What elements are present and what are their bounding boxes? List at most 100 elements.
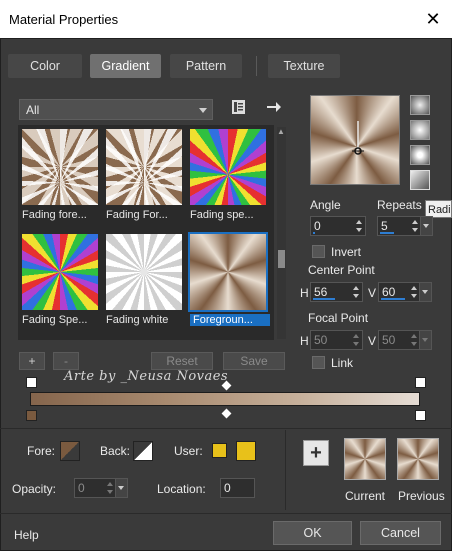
- gradient-thumbnail: [190, 129, 266, 205]
- gallery-item[interactable]: Fading For...: [106, 129, 182, 221]
- gallery-item[interactable]: Fading spe...: [190, 129, 266, 221]
- bottom-divider: [285, 430, 286, 510]
- repeats-label: Repeats: [377, 198, 422, 212]
- gallery-item-label: Fading For...: [106, 209, 168, 221]
- reset-button[interactable]: Reset: [151, 352, 213, 370]
- gallery-item-label: Foregroun...: [190, 314, 270, 326]
- gradient-thumbnail: [188, 232, 268, 312]
- watermark: Arte by _Neusa Novaes: [64, 369, 229, 384]
- center-point-label: Center Point: [308, 263, 375, 277]
- link-checkbox[interactable]: [312, 356, 325, 369]
- transparency-stop-left[interactable]: [26, 377, 37, 388]
- focal-h-label: H: [300, 334, 309, 348]
- angle-stepper[interactable]: [354, 217, 365, 235]
- ok-button[interactable]: OK: [273, 521, 352, 545]
- fore-color-swatch[interactable]: [60, 441, 80, 461]
- angle-field[interactable]: 0: [310, 216, 366, 236]
- sunburst-style-button[interactable]: [410, 145, 430, 165]
- current-label: Current: [345, 489, 386, 503]
- focal-h-field[interactable]: 50: [310, 330, 363, 350]
- library-icon[interactable]: [230, 98, 248, 116]
- gallery-item-label: Fading spe...: [190, 209, 254, 221]
- gallery-item-selected[interactable]: Foregroun...: [188, 232, 270, 326]
- gallery-item[interactable]: Fading fore...: [22, 129, 98, 221]
- location-label: Location:: [157, 482, 206, 496]
- gallery-item[interactable]: Fading Spe...: [22, 234, 98, 326]
- help-link[interactable]: Help: [14, 528, 39, 542]
- focal-v-value: 50: [382, 333, 396, 347]
- current-preview: [344, 438, 386, 480]
- focal-h-stepper[interactable]: [351, 331, 362, 349]
- tab-pattern[interactable]: Pattern: [170, 54, 242, 78]
- focal-v-label: V: [368, 334, 377, 348]
- gradient-thumbnail: [22, 234, 98, 310]
- tab-gradient[interactable]: Gradient: [90, 54, 161, 78]
- arrow-right-icon[interactable]: [265, 98, 283, 116]
- tab-color[interactable]: Color: [8, 54, 82, 78]
- add-gradient-button[interactable]: +: [19, 352, 45, 370]
- user-color-swatch[interactable]: [236, 441, 256, 461]
- focal-v-field[interactable]: 50: [378, 330, 432, 350]
- gradient-gallery: Fading fore... Fading For... Fading spe.…: [18, 125, 274, 340]
- gallery-scrollbar[interactable]: [277, 127, 286, 339]
- location-value: 0: [224, 481, 231, 495]
- gradient-thumbnail: [106, 129, 182, 205]
- save-button[interactable]: Save: [223, 352, 285, 370]
- scroll-up-icon[interactable]: ▲: [277, 127, 285, 136]
- gallery-scrollbar-thumb[interactable]: [278, 250, 285, 268]
- gradient-thumbnail: [22, 129, 98, 205]
- repeats-dropdown[interactable]: [420, 217, 432, 235]
- footer-divider: [0, 513, 452, 514]
- section-divider: [0, 428, 452, 429]
- gradient-bar[interactable]: [30, 392, 420, 406]
- previous-preview[interactable]: [397, 438, 439, 480]
- add-to-library-button[interactable]: +: [303, 440, 329, 466]
- linear-style-button[interactable]: [410, 95, 430, 115]
- transparency-stop-right[interactable]: [415, 377, 426, 388]
- center-v-level-bar: [381, 298, 405, 300]
- repeats-level-bar: [380, 232, 394, 234]
- repeats-value: 5: [381, 219, 388, 233]
- rectangular-style-button[interactable]: [410, 120, 430, 140]
- center-h-value: 56: [314, 285, 328, 299]
- title-bar: Material Properties ✕: [0, 0, 452, 38]
- tab-divider: [256, 56, 257, 76]
- gallery-item-label: Fading white: [106, 314, 169, 326]
- angle-label: Angle: [310, 198, 341, 212]
- radial-style-button[interactable]: [410, 170, 430, 190]
- focal-point-label: Focal Point: [308, 311, 369, 325]
- opacity-value: 0: [78, 481, 85, 495]
- remove-gradient-button[interactable]: -: [53, 352, 79, 370]
- center-h-stepper[interactable]: [351, 283, 362, 301]
- previous-label: Previous: [398, 489, 445, 503]
- close-icon[interactable]: ✕: [414, 0, 452, 38]
- center-v-dropdown[interactable]: [419, 283, 431, 301]
- center-point-handle[interactable]: [311, 96, 399, 184]
- link-label: Link: [331, 356, 354, 370]
- invert-checkbox[interactable]: [312, 245, 325, 258]
- gallery-item[interactable]: Fading white: [106, 234, 182, 326]
- opacity-dropdown[interactable]: [115, 479, 127, 497]
- gradient-preview[interactable]: [310, 95, 400, 185]
- center-h-field[interactable]: 56: [310, 282, 363, 302]
- gallery-item-label: Fading Spe...: [22, 314, 88, 326]
- angle-level-bar: [313, 232, 315, 234]
- location-field[interactable]: 0: [220, 478, 255, 498]
- tab-texture[interactable]: Texture: [268, 54, 340, 78]
- angle-value: 0: [314, 219, 321, 233]
- gallery-filter-select[interactable]: All: [19, 99, 213, 120]
- cancel-button[interactable]: Cancel: [360, 521, 441, 545]
- back-color-swatch[interactable]: [133, 441, 153, 461]
- color-stop-left[interactable]: [26, 410, 37, 421]
- opacity-label: Opacity:: [12, 482, 57, 496]
- focal-v-dropdown[interactable]: [419, 331, 431, 349]
- user-color-swatch-small[interactable]: [212, 443, 227, 458]
- user-label: User:: [174, 444, 203, 458]
- color-stop-right[interactable]: [415, 410, 426, 421]
- center-h-label: H: [300, 286, 309, 300]
- center-v-field[interactable]: 60: [378, 282, 432, 302]
- center-v-value: 60: [382, 285, 396, 299]
- opacity-field[interactable]: 0: [74, 478, 128, 498]
- invert-label: Invert: [331, 245, 362, 259]
- repeats-field[interactable]: 5: [377, 216, 433, 236]
